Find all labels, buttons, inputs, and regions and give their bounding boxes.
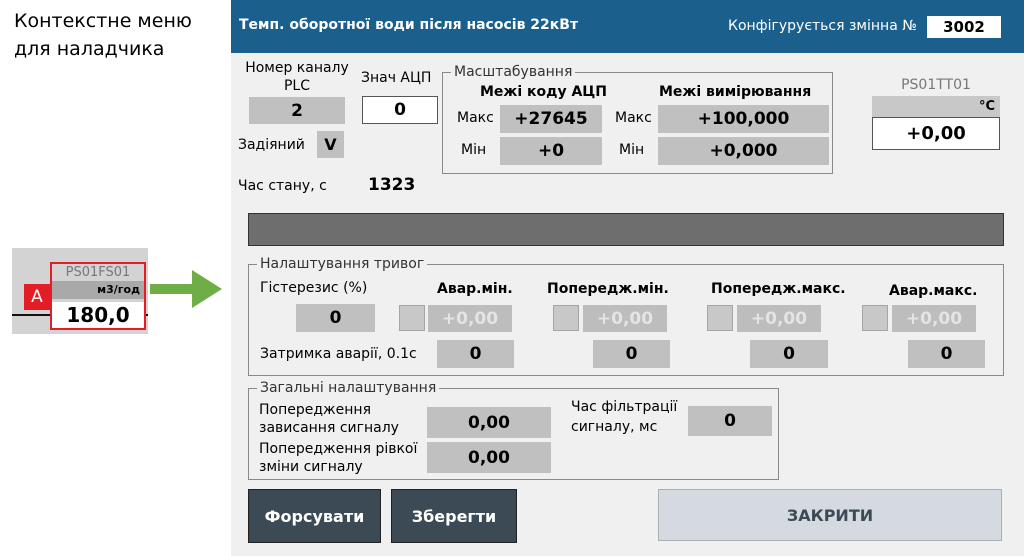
code-min-label: Мін [461, 142, 487, 158]
warn-max-checkbox[interactable] [707, 305, 733, 331]
state-time-label: Час стану, с [238, 178, 327, 194]
enabled-label: Задіяний [238, 137, 305, 153]
sensor-value: +0,00 [872, 117, 1000, 150]
alarm-max-label: Авар.макс. [889, 283, 978, 299]
flow-widget[interactable]: PS01FS01 м3/год 180,0 A [12, 248, 148, 334]
channel-label-2: PLC [283, 78, 311, 94]
warn-min-checkbox[interactable] [553, 305, 579, 331]
filter-field[interactable]: 0 [688, 406, 772, 436]
channel-label-1: Номер каналу [245, 60, 349, 76]
alarm-delay-label: Затримка аварії, 0.1с [260, 346, 417, 362]
enabled-toggle[interactable]: V [317, 131, 344, 158]
alarm-min-label: Авар.мін. [437, 281, 513, 297]
dialog-title: Темп. оборотної води після насосів 22кВт [239, 17, 579, 33]
widget-value: 180,0 [52, 302, 144, 328]
filter-label-1: Час фільтрації [571, 399, 678, 415]
code-max-label: Макс [457, 110, 494, 126]
note-line-2: для наладчика [14, 38, 165, 60]
sensor-unit: °C [872, 96, 1000, 117]
hysteresis-label: Гістерезис (%) [260, 280, 368, 296]
code-max-field[interactable]: +27645 [500, 105, 602, 133]
jump-label-2: зміни сигналу [259, 459, 363, 475]
alarm-max-checkbox[interactable] [862, 305, 888, 331]
arrow-icon [150, 270, 222, 308]
hang-field[interactable]: 0,00 [427, 407, 551, 438]
widget-frame: PS01FS01 м3/год 180,0 [50, 262, 146, 330]
force-button[interactable]: Форсувати [248, 489, 381, 543]
hang-label-2: зависання сигналу [259, 420, 399, 436]
alarm-badge: A [24, 284, 50, 310]
config-var-value: 3002 [927, 16, 1001, 38]
meas-min-label: Мін [619, 142, 645, 158]
close-button[interactable]: ЗАКРИТИ [658, 489, 1002, 541]
alarm-max-field[interactable]: +0,00 [892, 305, 976, 332]
filter-label-2: сигналу, мс [571, 419, 658, 435]
code-limits-label: Межі коду АЦП [480, 84, 607, 100]
level-bar [248, 213, 1004, 246]
adc-value: 0 [362, 96, 438, 124]
hysteresis-field[interactable]: 0 [296, 304, 375, 332]
alarm-max-delay[interactable]: 0 [908, 340, 985, 368]
alarms-legend: Налаштування тривог [260, 256, 425, 272]
meas-max-field[interactable]: +100,000 [658, 105, 829, 133]
jump-field[interactable]: 0,00 [427, 442, 551, 473]
measure-limits-label: Межі вимірювання [659, 84, 812, 100]
warn-max-label: Попередж.макс. [711, 281, 846, 297]
code-min-field[interactable]: +0 [500, 137, 602, 165]
adc-label: Знач АЦП [361, 70, 432, 86]
meas-max-label: Макс [615, 110, 652, 126]
config-dialog: Темп. оборотної води після насосів 22кВт… [231, 0, 1024, 556]
alarm-min-delay[interactable]: 0 [437, 340, 514, 368]
alarm-min-field[interactable]: +0,00 [428, 305, 512, 332]
meas-min-field[interactable]: +0,000 [658, 137, 829, 165]
config-var-label: Конфігурується змінна № [728, 18, 917, 34]
widget-unit: м3/год [52, 281, 144, 299]
hang-label-1: Попередження [259, 402, 371, 418]
warn-min-field[interactable]: +0,00 [583, 305, 667, 332]
warn-min-delay[interactable]: 0 [593, 340, 670, 368]
sensor-tag: PS01TT01 [901, 77, 971, 93]
dialog-title-bar: Темп. оборотної води після насосів 22кВт… [231, 0, 1024, 53]
warn-min-label: Попередж.мін. [547, 281, 669, 297]
save-button[interactable]: Зберегти [391, 489, 517, 543]
alarm-min-checkbox[interactable] [399, 305, 425, 331]
scaling-legend: Масштабування [454, 64, 573, 80]
channel-field[interactable]: 2 [249, 97, 345, 124]
widget-tag: PS01FS01 [65, 265, 131, 280]
warn-max-field[interactable]: +0,00 [737, 305, 821, 332]
jump-label-1: Попередження рівкої [259, 441, 418, 457]
note-line-1: Контекстне меню [14, 10, 192, 32]
general-legend: Загальні налаштування [260, 380, 437, 396]
state-time-value: 1323 [368, 175, 416, 195]
warn-max-delay[interactable]: 0 [750, 340, 828, 368]
